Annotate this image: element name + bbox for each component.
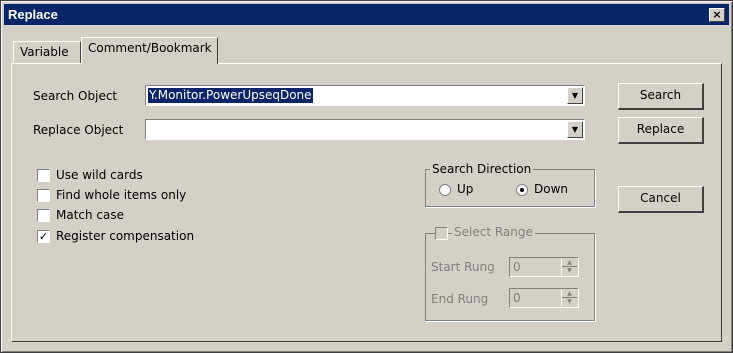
spin-updown-icon[interactable]: ▲ ▼	[561, 290, 577, 306]
search-object-value[interactable]: Y.Monitor.PowerUpseqDone	[148, 88, 313, 103]
close-icon[interactable]: ×	[709, 8, 725, 22]
start-rung-value[interactable]: 0	[513, 260, 521, 274]
search-object-label: Search Object	[33, 89, 118, 103]
register-compensation-label[interactable]: Register compensation	[56, 229, 194, 243]
use-wild-cards-checkbox[interactable]	[37, 169, 50, 182]
chevron-down-icon[interactable]: ▼	[567, 121, 583, 138]
select-range-checkbox[interactable]	[435, 227, 448, 240]
find-whole-items-label[interactable]: Find whole items only	[56, 188, 186, 202]
search-object-combo[interactable]: Y.Monitor.PowerUpseqDone ▼	[145, 85, 585, 106]
spin-updown-icon[interactable]: ▲ ▼	[561, 259, 577, 275]
replace-dialog: Replace × Variable Comment/Bookmark Sear…	[0, 0, 733, 353]
replace-object-label: Replace Object	[33, 123, 124, 137]
cancel-button[interactable]: Cancel	[618, 186, 704, 213]
search-direction-title: Search Direction	[430, 162, 534, 176]
up-radio[interactable]	[439, 184, 451, 196]
up-label[interactable]: Up	[457, 182, 473, 196]
start-rung-spinner[interactable]: 0 ▲ ▼	[509, 257, 579, 277]
replace-button[interactable]: Replace	[618, 117, 704, 144]
start-rung-label: Start Rung	[431, 260, 495, 274]
down-radio[interactable]	[516, 184, 528, 196]
find-whole-items-checkbox[interactable]	[37, 189, 50, 202]
chevron-down-icon[interactable]: ▼	[567, 87, 583, 104]
match-case-checkbox[interactable]	[37, 209, 50, 222]
tab-comment-bookmark[interactable]: Comment/Bookmark	[81, 37, 218, 64]
register-compensation-checkbox[interactable]: ✓	[37, 230, 50, 243]
end-rung-spinner[interactable]: 0 ▲ ▼	[509, 288, 579, 308]
use-wild-cards-label[interactable]: Use wild cards	[56, 168, 143, 182]
dialog-title: Replace	[8, 7, 58, 22]
select-range-label[interactable]: Select Range	[452, 225, 535, 239]
down-label[interactable]: Down	[534, 182, 568, 196]
tab-variable[interactable]: Variable	[13, 41, 81, 63]
end-rung-label: End Rung	[431, 292, 489, 306]
replace-object-combo[interactable]: ▼	[145, 119, 585, 140]
match-case-label[interactable]: Match case	[56, 208, 124, 222]
end-rung-value[interactable]: 0	[513, 291, 521, 305]
search-button[interactable]: Search	[618, 83, 704, 110]
title-bar[interactable]: Replace ×	[4, 4, 729, 25]
